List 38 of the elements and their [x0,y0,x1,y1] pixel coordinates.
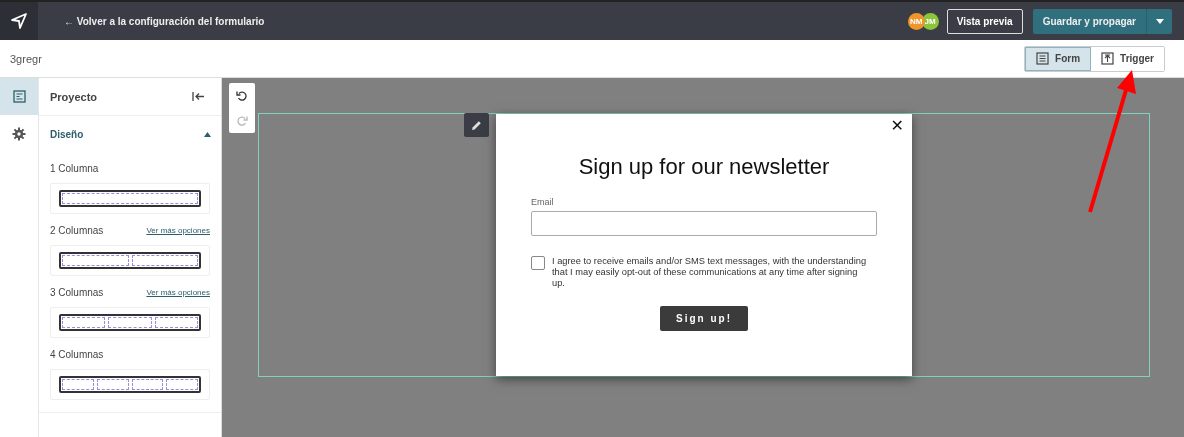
preview-button[interactable]: Vista previa [946,8,1023,34]
undo-icon[interactable] [236,89,248,102]
panel-title: Proyecto [50,90,98,103]
signup-button[interactable]: Sign up! [660,306,748,331]
layout-option[interactable] [50,307,210,338]
user-avatar: NM [907,12,925,30]
caret-icon [1155,18,1164,24]
popup-heading: Sign up for our newsletter [577,154,831,180]
field-label: Email [531,197,555,207]
section-title[interactable]: Diseño [50,128,84,140]
layout-option[interactable] [50,245,210,276]
upload-square-icon [1101,52,1115,65]
layout-label: 1 Columna [50,162,99,174]
layout-label: 2 Columnas [50,224,104,236]
settings-icon [12,126,26,141]
logo-block[interactable] [0,2,38,40]
back-link[interactable]: ← Volver a la configuración del formulario [64,15,265,27]
save-button[interactable]: Guardar y propagar [1032,8,1146,34]
consent-text: I agree to receive emails and/or SMS text messages, with the understanding that I may easily opt-out of these communications at any time after signing up. [552,256,868,289]
layout-icon [12,90,26,103]
layout-label: 3 Columnas [50,286,104,298]
consent-checkbox[interactable] [531,256,545,270]
edit-button[interactable] [464,113,489,137]
caret-icon[interactable] [204,131,211,137]
more-options-link[interactable]: Ver más opciones [146,225,210,235]
document-icon [1036,52,1050,65]
view-tab[interactable]: Form [1025,46,1092,71]
dropdown-button[interactable] [1146,8,1172,34]
more-options-link[interactable]: Ver más opciones [146,287,210,297]
layout-option[interactable] [50,183,210,214]
paper-plane-icon [10,12,28,30]
email-field[interactable] [531,211,877,236]
form-name: 3gregr [10,52,42,65]
collapse-icon[interactable] [192,91,205,102]
pencil-icon [471,119,482,131]
layout-option[interactable] [50,369,210,400]
layout-label: 4 Columnas [50,348,104,360]
close-button[interactable]: ✕ [888,116,906,135]
